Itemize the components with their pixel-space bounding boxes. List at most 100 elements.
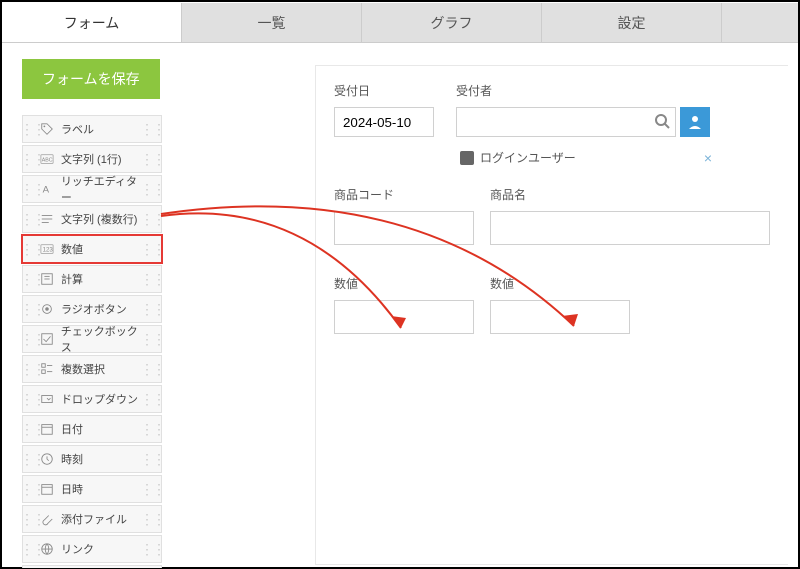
drag-handle-icon: ⋮⋮ xyxy=(27,386,37,412)
drag-handle-icon: ⋮⋮ xyxy=(147,536,157,562)
drag-handle-icon: ⋮⋮ xyxy=(147,206,157,232)
number-label-1: 数値 xyxy=(334,275,474,292)
drag-handle-icon: ⋮⋮ xyxy=(27,296,37,322)
drag-handle-icon: ⋮⋮ xyxy=(147,566,157,568)
drag-handle-icon: ⋮⋮ xyxy=(27,506,37,532)
num-icon: 123 xyxy=(39,241,55,257)
field-label: 文字列 (複数行) xyxy=(61,211,137,227)
drag-handle-icon: ⋮⋮ xyxy=(27,476,37,502)
drag-handle-icon: ⋮⋮ xyxy=(27,266,37,292)
form-canvas[interactable]: 受付日 受付者 ログインユーザー × xyxy=(315,65,788,565)
number-input-2[interactable] xyxy=(490,300,630,334)
drag-handle-icon: ⋮⋮ xyxy=(27,446,37,472)
drag-handle-icon: ⋮⋮ xyxy=(147,146,157,172)
drag-handle-icon: ⋮⋮ xyxy=(27,176,37,202)
field-label: ラベル xyxy=(61,121,94,137)
field-日時[interactable]: ⋮⋮ 日時 ⋮⋮ xyxy=(22,475,162,503)
tab-settings[interactable]: 設定 xyxy=(542,3,722,42)
drag-handle-icon: ⋮⋮ xyxy=(147,356,157,382)
field-label: リンク xyxy=(61,541,94,557)
user-picker-button[interactable] xyxy=(680,107,710,137)
field-label: 複数選択 xyxy=(61,361,105,377)
field-ラジオボタン[interactable]: ⋮⋮ ラジオボタン ⋮⋮ xyxy=(22,295,162,323)
code-input[interactable] xyxy=(334,211,474,245)
field-文字列 (複数行)[interactable]: ⋮⋮ 文字列 (複数行) ⋮⋮ xyxy=(22,205,162,233)
drag-handle-icon: ⋮⋮ xyxy=(27,536,37,562)
search-icon[interactable] xyxy=(654,113,670,132)
drag-handle-icon: ⋮⋮ xyxy=(147,506,157,532)
svg-text:ABC: ABC xyxy=(42,158,53,164)
field-複数選択[interactable]: ⋮⋮ 複数選択 ⋮⋮ xyxy=(22,355,162,383)
drag-handle-icon: ⋮⋮ xyxy=(147,116,157,142)
login-user-chip: ログインユーザー × xyxy=(460,149,712,166)
tab-form[interactable]: フォーム xyxy=(2,3,182,42)
field-リンク[interactable]: ⋮⋮ リンク ⋮⋮ xyxy=(22,535,162,563)
field-label: チェックボックス xyxy=(61,323,147,355)
drag-handle-icon: ⋮⋮ xyxy=(27,206,37,232)
field-リッチエディター[interactable]: ⋮⋮Aリッチエディター⋮⋮ xyxy=(22,175,162,203)
field-ドロップダウン[interactable]: ⋮⋮ドロップダウン⋮⋮ xyxy=(22,385,162,413)
drag-handle-icon: ⋮⋮ xyxy=(27,416,37,442)
field-palette: フォームを保存 ⋮⋮ ラベル ⋮⋮ ⋮⋮ ABC 文字列 (1行) ⋮⋮ ⋮⋮ A リッチエディタ… xyxy=(2,43,315,568)
lines-icon xyxy=(39,211,55,227)
drag-handle-icon: ⋮⋮ xyxy=(27,326,37,352)
field-計算[interactable]: ⋮⋮ 計算 ⋮⋮ xyxy=(22,265,162,293)
drag-handle-icon: ⋮⋮ xyxy=(147,476,157,502)
link-icon xyxy=(39,541,55,557)
drag-handle-icon: ⋮⋮ xyxy=(147,296,157,322)
date-label: 受付日 xyxy=(334,82,434,99)
close-icon[interactable]: × xyxy=(704,150,712,166)
field-label: 文字列 (1行) xyxy=(61,151,122,167)
receiver-label: 受付者 xyxy=(456,82,712,99)
check-icon xyxy=(39,331,55,347)
field-label: 日時 xyxy=(61,481,83,497)
multi-icon xyxy=(39,361,55,377)
drag-handle-icon: ⋮⋮ xyxy=(147,386,157,412)
save-form-button[interactable]: フォームを保存 xyxy=(22,59,160,99)
field-数値[interactable]: ⋮⋮ 123 数値 ⋮⋮ xyxy=(22,235,162,263)
field-文字列 (1行)[interactable]: ⋮⋮ ABC 文字列 (1行) ⋮⋮ xyxy=(22,145,162,173)
field-label: リッチエディター xyxy=(61,173,147,205)
user-square-icon xyxy=(460,151,474,165)
drag-handle-icon: ⋮⋮ xyxy=(27,566,37,568)
field-日付[interactable]: ⋮⋮ 日付 ⋮⋮ xyxy=(22,415,162,443)
cal-icon xyxy=(39,421,55,437)
number-input-1[interactable] xyxy=(334,300,474,334)
clock-icon xyxy=(39,451,55,467)
svg-text:123: 123 xyxy=(43,247,54,254)
field-添付ファイル[interactable]: ⋮⋮ 添付ファイル ⋮⋮ xyxy=(22,505,162,533)
attach-icon xyxy=(39,511,55,527)
drag-handle-icon: ⋮⋮ xyxy=(147,416,157,442)
field-label: 時刻 xyxy=(61,451,83,467)
drag-handle-icon: ⋮⋮ xyxy=(147,236,157,262)
field-時刻[interactable]: ⋮⋮ 時刻 ⋮⋮ xyxy=(22,445,162,473)
drag-handle-icon: ⋮⋮ xyxy=(147,446,157,472)
product-name-input[interactable] xyxy=(490,211,770,245)
field-ラベル[interactable]: ⋮⋮ ラベル ⋮⋮ xyxy=(22,115,162,143)
drag-handle-icon: ⋮⋮ xyxy=(27,236,37,262)
field-チェックボックス[interactable]: ⋮⋮チェックボックス⋮⋮ xyxy=(22,325,162,353)
receiver-input[interactable] xyxy=(456,107,676,137)
tag-icon xyxy=(39,121,55,137)
svg-text:A: A xyxy=(43,185,50,196)
tab-bar: フォーム 一覧 グラフ 設定 xyxy=(2,3,798,43)
field-label: 数値 xyxy=(61,241,83,257)
field-label: 日付 xyxy=(61,421,83,437)
code-label: 商品コード xyxy=(334,186,474,203)
field-label: ラジオボタン xyxy=(61,301,127,317)
field-ユーザー選択[interactable]: ⋮⋮ユーザー選択⋮⋮ xyxy=(22,565,162,568)
abc-icon: ABC xyxy=(39,151,55,167)
product-name-label: 商品名 xyxy=(490,186,770,203)
drag-handle-icon: ⋮⋮ xyxy=(27,116,37,142)
drag-handle-icon: ⋮⋮ xyxy=(147,266,157,292)
date-input[interactable] xyxy=(334,107,434,137)
radio-icon xyxy=(39,301,55,317)
login-user-label: ログインユーザー xyxy=(480,149,576,166)
drag-handle-icon: ⋮⋮ xyxy=(27,146,37,172)
field-label: 計算 xyxy=(61,271,83,287)
tab-list[interactable]: 一覧 xyxy=(182,3,362,42)
drag-handle-icon: ⋮⋮ xyxy=(27,356,37,382)
calc-icon xyxy=(39,271,55,287)
field-label: 添付ファイル xyxy=(61,511,127,527)
tab-graph[interactable]: グラフ xyxy=(362,3,542,42)
